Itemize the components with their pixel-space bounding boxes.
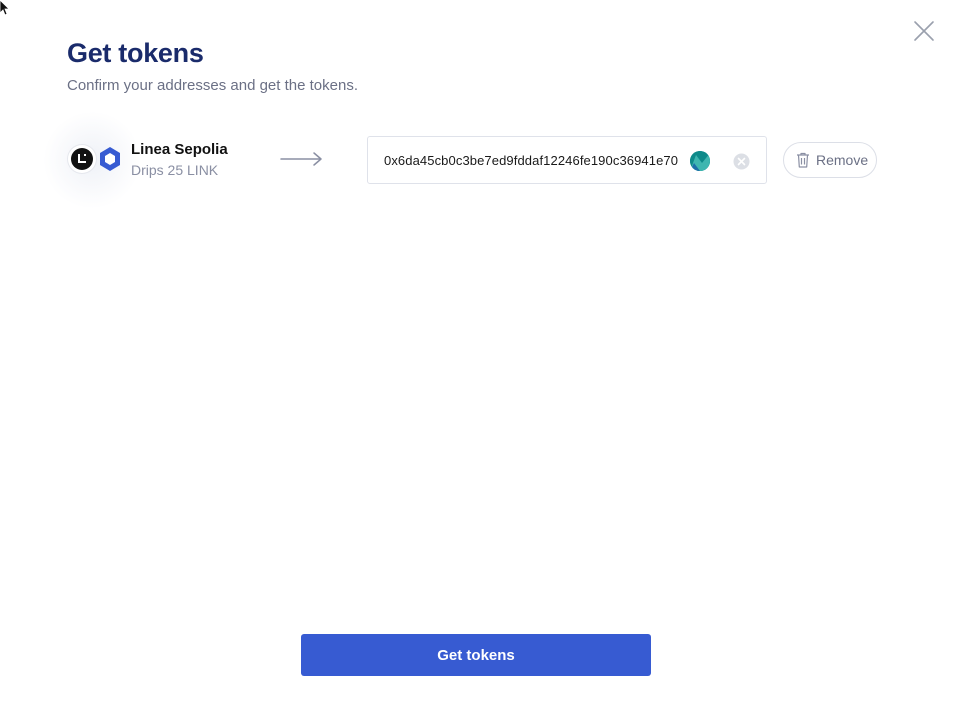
mouse-cursor-icon [0,0,10,16]
address-input-value[interactable]: 0x6da45cb0c3be7ed9fddaf12246fe190c36941e… [384,153,694,168]
get-tokens-button-label: Get tokens [437,646,515,664]
wallet-avatar [690,151,710,171]
trash-icon [797,152,809,168]
remove-button-label: Remove [816,152,869,168]
remove-button[interactable]: Remove [783,142,877,178]
linea-logo-icon [68,145,96,173]
network-drip-amount: Drips 25 LINK [131,162,219,178]
address-input[interactable]: 0x6da45cb0c3be7ed9fddaf12246fe190c36941e… [367,136,767,184]
get-tokens-button[interactable]: Get tokens [301,634,651,676]
close-icon [914,21,934,41]
close-button[interactable] [912,19,936,43]
dialog-subtitle: Confirm your addresses and get the token… [67,77,358,94]
network-name: Linea Sepolia [131,141,228,158]
clear-icon [733,153,750,170]
wallet-avatar-icon [690,151,710,171]
arrow-right-icon [280,152,322,166]
chainlink-logo-icon [100,147,120,171]
clear-address-button[interactable] [733,153,750,170]
dialog-title: Get tokens [67,38,204,68]
